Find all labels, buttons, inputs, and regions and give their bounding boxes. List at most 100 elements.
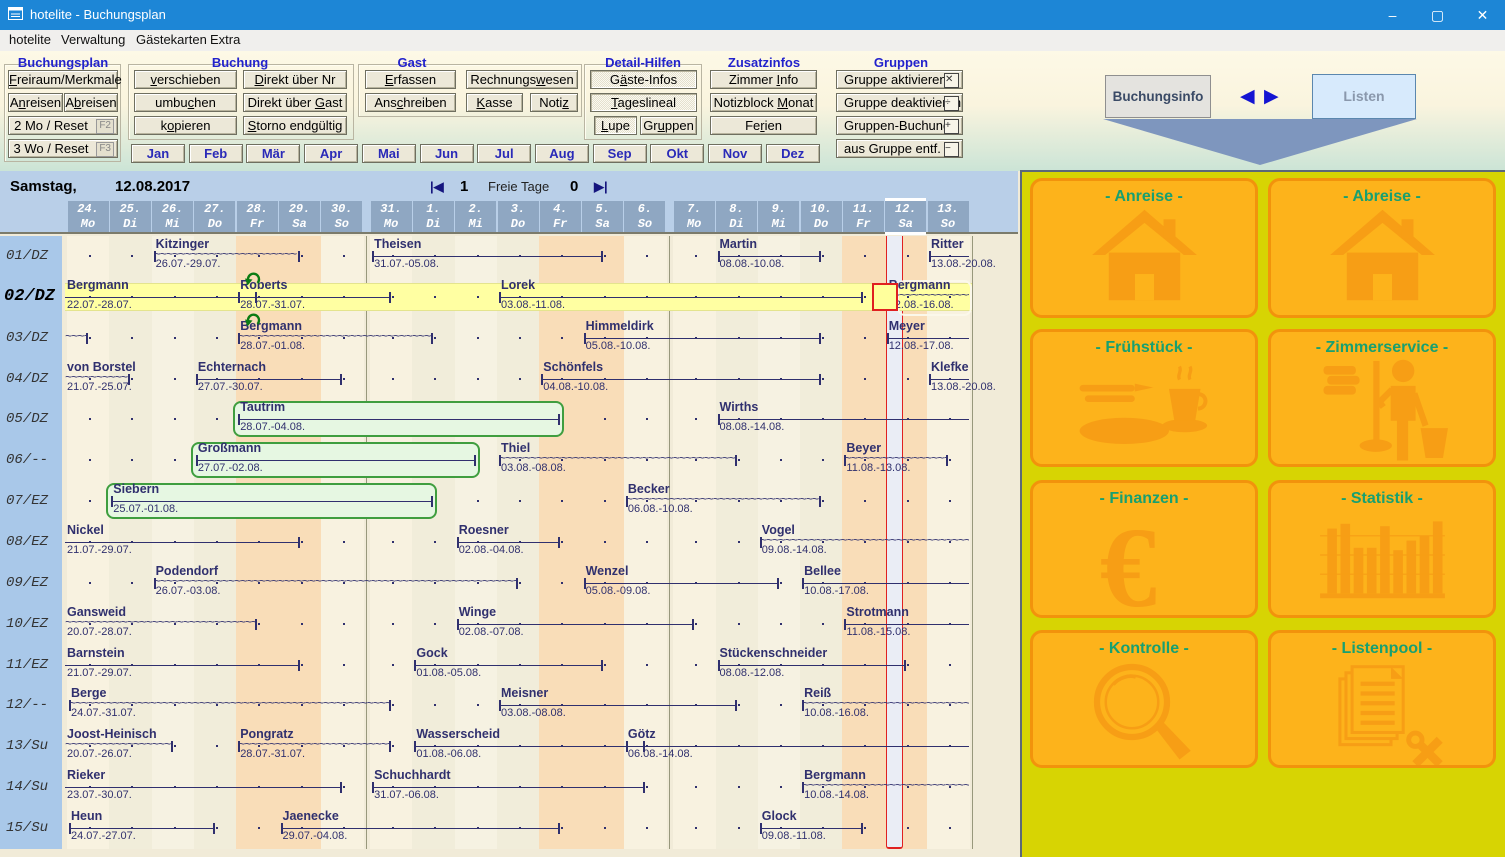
room-label-09-ez[interactable]: 09/EZ bbox=[6, 575, 48, 591]
day-col-24-mo[interactable]: 24.Mo bbox=[68, 201, 109, 232]
booking-tautrim[interactable] bbox=[238, 399, 239, 400]
button-direkt-uber-gast[interactable]: Direkt über Gast bbox=[243, 93, 347, 112]
booking-glock-name[interactable]: Glock bbox=[762, 809, 797, 823]
close-button[interactable]: ✕ bbox=[1460, 0, 1505, 30]
booking-winge[interactable] bbox=[457, 604, 458, 605]
booking-wenzel[interactable] bbox=[584, 563, 585, 564]
date-cursor-box[interactable] bbox=[872, 283, 898, 311]
booking-beyer-name[interactable]: Beyer bbox=[846, 441, 881, 455]
arrow-left-icon[interactable]: ◀ bbox=[1240, 85, 1255, 108]
booking-bergmann-name[interactable]: Bergmann bbox=[804, 768, 866, 782]
day-col-8-di[interactable]: 8.Di bbox=[716, 201, 757, 232]
booking-reiss[interactable] bbox=[802, 685, 803, 686]
booking-wasserscheid[interactable] bbox=[414, 726, 415, 727]
button-freiraum-merkmale[interactable]: Freiraum/Merkmale bbox=[8, 70, 118, 89]
button-verschieben[interactable]: verschieben bbox=[134, 70, 237, 89]
booking-bellee[interactable] bbox=[802, 563, 803, 564]
booking-becker-name[interactable]: Becker bbox=[628, 482, 670, 496]
booking-strotmann[interactable] bbox=[844, 604, 845, 605]
booking-martin[interactable] bbox=[718, 236, 719, 237]
booking-grossmann-name[interactable]: Großmann bbox=[198, 441, 261, 455]
booking-meyer[interactable] bbox=[887, 318, 888, 319]
booking-theisen[interactable] bbox=[372, 236, 373, 237]
tile-finanzen[interactable]: - Finanzen -€ bbox=[1030, 480, 1258, 618]
month-apr[interactable]: Apr bbox=[304, 144, 358, 163]
booking-ritter[interactable] bbox=[929, 236, 930, 237]
booking-becker[interactable] bbox=[626, 481, 627, 482]
booking-podendorf-name[interactable]: Podendorf bbox=[156, 564, 219, 578]
booking-heun[interactable] bbox=[69, 808, 70, 809]
room-label-02-dz[interactable]: 02/DZ bbox=[4, 287, 55, 306]
booking-klefke[interactable] bbox=[929, 359, 930, 360]
booking-wirths-name[interactable]: Wirths bbox=[720, 400, 759, 414]
button-notiz[interactable]: Notiz bbox=[530, 93, 578, 112]
month-aug[interactable]: Aug bbox=[535, 144, 589, 163]
booking-meyer-name[interactable]: Meyer bbox=[889, 319, 925, 333]
booking-nickel[interactable] bbox=[65, 522, 66, 523]
booking-roesner[interactable] bbox=[457, 522, 458, 523]
booking-pongratz-name[interactable]: Pongratz bbox=[240, 727, 293, 741]
month-dez[interactable]: Dez bbox=[766, 144, 820, 163]
button-gruppen-buchung[interactable]: Gruppen-Buchung+ bbox=[836, 116, 963, 135]
tile-zimmerservice[interactable]: - Zimmerservice - bbox=[1268, 329, 1496, 467]
booking-joost-heinisch-name[interactable]: Joost-Heinisch bbox=[67, 727, 157, 741]
booking-stuckenschneider-name[interactable]: Stückenschneider bbox=[720, 646, 828, 660]
booking-himmeldirk-name[interactable]: Himmeldirk bbox=[586, 319, 654, 333]
button-storno-endgultig[interactable]: Storno endgültig bbox=[243, 116, 347, 135]
button-anschreiben[interactable]: Anschreiben bbox=[365, 93, 456, 112]
menu-item-hotelite[interactable]: hotelite bbox=[9, 32, 51, 47]
booking-gansweid-name[interactable]: Gansweid bbox=[67, 605, 126, 619]
button-gruppe-aktivieren[interactable]: Gruppe aktivieren✕ bbox=[836, 70, 963, 89]
button-gruppen[interactable]: Gruppen bbox=[640, 116, 697, 135]
booking-lorek-name[interactable]: Lorek bbox=[501, 278, 535, 292]
booking-jaenecke[interactable] bbox=[281, 808, 282, 809]
booking-schuchhardt[interactable] bbox=[372, 767, 373, 768]
booking-lorek[interactable] bbox=[499, 277, 500, 278]
day-col-31-mo[interactable]: 31.Mo bbox=[371, 201, 412, 232]
booking-vogel[interactable] bbox=[760, 522, 761, 523]
month-jan[interactable]: Jan bbox=[131, 144, 185, 163]
listen-button[interactable]: Listen bbox=[1312, 74, 1416, 119]
booking-nickel-name[interactable]: Nickel bbox=[67, 523, 104, 537]
booking-wenzel-name[interactable]: Wenzel bbox=[586, 564, 629, 578]
button-direkt-uber-nr[interactable]: Direkt über Nr bbox=[243, 70, 347, 89]
booking-bergmann[interactable] bbox=[802, 767, 803, 768]
booking-ritter-name[interactable]: Ritter bbox=[931, 237, 964, 251]
day-col-26-mi[interactable]: 26.Mi bbox=[152, 201, 193, 232]
room-label-01-dz[interactable]: 01/DZ bbox=[6, 248, 48, 264]
nav-last-icon[interactable]: ▶| bbox=[594, 179, 608, 195]
day-col-27-do[interactable]: 27.Do bbox=[194, 201, 235, 232]
tile-listenpool[interactable]: - Listenpool - bbox=[1268, 630, 1496, 768]
day-col-7-mo[interactable]: 7.Mo bbox=[674, 201, 715, 232]
booking-meisner-name[interactable]: Meisner bbox=[501, 686, 548, 700]
booking-kitzinger-name[interactable]: Kitzinger bbox=[156, 237, 209, 251]
day-col-28-fr[interactable]: 28.Fr bbox=[237, 201, 278, 232]
button-tageslineal[interactable]: Tageslineal bbox=[590, 93, 697, 112]
booking-beyer[interactable] bbox=[844, 440, 845, 441]
booking-bergmann[interactable] bbox=[887, 277, 888, 278]
button-zimmer-info[interactable]: Zimmer Info bbox=[710, 70, 817, 89]
booking-gock-name[interactable]: Gock bbox=[416, 646, 447, 660]
booking-stuckenschneider[interactable] bbox=[718, 645, 719, 646]
room-label-11-ez[interactable]: 11/EZ bbox=[6, 657, 48, 673]
minimize-button[interactable]: – bbox=[1370, 0, 1415, 30]
booking-wirths[interactable] bbox=[718, 399, 719, 400]
room-label-04-dz[interactable]: 04/DZ bbox=[6, 371, 48, 387]
booking-grossmann[interactable] bbox=[196, 440, 197, 441]
month-mai[interactable]: Mai bbox=[362, 144, 416, 163]
booking-joost-heinisch[interactable] bbox=[65, 726, 66, 727]
buchungsinfo-button[interactable]: Buchungsinfo bbox=[1105, 75, 1211, 118]
day-col-5-sa[interactable]: 5.Sa bbox=[582, 201, 623, 232]
booking-pongratz[interactable] bbox=[238, 726, 239, 727]
room-label-06[interactable]: 06/-- bbox=[6, 452, 48, 468]
tile-abreise[interactable]: - Abreise - bbox=[1268, 178, 1496, 318]
month-feb[interactable]: Feb bbox=[189, 144, 243, 163]
room-label-05-dz[interactable]: 05/DZ bbox=[6, 411, 48, 427]
booking-jaenecke-name[interactable]: Jaenecke bbox=[283, 809, 339, 823]
month-sep[interactable]: Sep bbox=[593, 144, 647, 163]
month-jul[interactable]: Jul bbox=[477, 144, 531, 163]
booking-tautrim-name[interactable]: Tautrim bbox=[240, 400, 285, 414]
day-col-10-do[interactable]: 10.Do bbox=[801, 201, 842, 232]
button-kopieren[interactable]: kopieren bbox=[134, 116, 237, 135]
button-gaste-infos[interactable]: Gäste-Infos bbox=[590, 70, 697, 89]
